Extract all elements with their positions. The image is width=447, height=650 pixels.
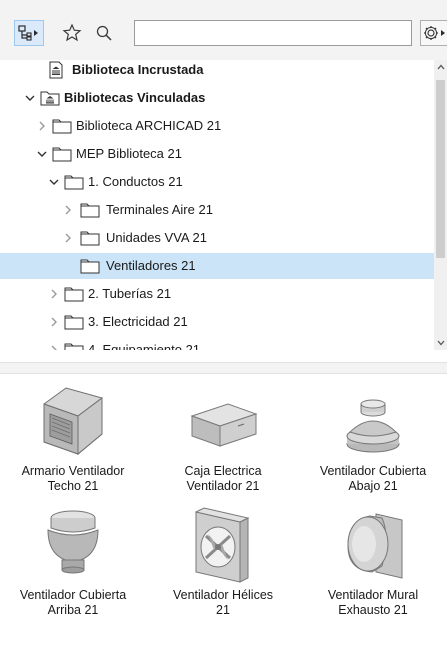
- hierarchy-icon: [18, 25, 38, 41]
- caption-line: Abajo 21: [348, 479, 398, 493]
- tree-item-conductos[interactable]: 1. Conductos 21: [0, 169, 434, 195]
- propeller-fan-thumbnail: [194, 507, 250, 583]
- wall-exhaust-fan-thumbnail: [347, 513, 403, 579]
- tree-item-ventiladores[interactable]: Ventiladores 21: [0, 253, 434, 279]
- tree-item-biblioteca-incrustada[interactable]: Biblioteca Incrustada: [0, 60, 434, 83]
- folder-icon: [64, 285, 84, 303]
- roof-fan-up-thumbnail: [47, 510, 99, 574]
- tree-item-mep-biblioteca[interactable]: MEP Biblioteca 21: [0, 141, 434, 167]
- tree-item-electricidad[interactable]: 3. Electricidad 21: [0, 309, 434, 335]
- tree-item-unidades-vva[interactable]: Unidades VVA 21: [0, 225, 434, 251]
- library-tree: Biblioteca Incrustada Bibliotecas Vincul…: [0, 60, 434, 350]
- library-object-ventilador-mural[interactable]: Ventilador Mural Exhausto 21: [300, 502, 446, 632]
- folder-icon: [80, 257, 100, 275]
- object-caption: Ventilador Hélices 21: [150, 588, 296, 618]
- tree-item-label: 4. Equipamiento 21: [88, 342, 201, 350]
- tree-item-biblioteca-archicad[interactable]: Biblioteca ARCHICAD 21: [0, 113, 434, 139]
- caption-line: Ventilador Hélices: [172, 588, 274, 602]
- search-input[interactable]: [135, 21, 411, 45]
- scroll-up-button[interactable]: [434, 60, 447, 74]
- object-caption: Ventilador Mural Exhausto 21: [300, 588, 446, 618]
- tree-item-label: Ventiladores 21: [106, 258, 196, 273]
- tree-item-label: 3. Electricidad 21: [88, 314, 188, 329]
- tree-item-label: Unidades VVA 21: [106, 230, 207, 245]
- caption-line: Arriba 21: [47, 603, 99, 617]
- object-caption: Ventilador Cubierta Abajo 21: [300, 464, 446, 494]
- settings-icon: [424, 26, 445, 40]
- tree-item-label: MEP Biblioteca 21: [76, 146, 182, 161]
- favorites-button[interactable]: [60, 20, 84, 46]
- library-object-caja-electrica[interactable]: Caja Electrica Ventilador 21: [150, 378, 296, 508]
- object-caption: Caja Electrica Ventilador 21: [150, 464, 296, 494]
- chevron-right-icon[interactable]: [48, 288, 60, 300]
- chevron-right-icon[interactable]: [62, 232, 74, 244]
- tree-item-label: 2. Tuberías 21: [88, 286, 172, 301]
- toolbar: [0, 0, 447, 60]
- caption-line: Ventilador 21: [186, 479, 260, 493]
- chevron-right-icon[interactable]: [48, 344, 60, 350]
- tree-item-label: Biblioteca ARCHICAD 21: [76, 118, 222, 133]
- library-icon: [46, 61, 66, 79]
- folder-icon: [52, 117, 72, 135]
- folder-icon: [64, 173, 84, 191]
- pane-splitter[interactable]: [0, 362, 447, 374]
- library-object-ventilador-helices[interactable]: Ventilador Hélices 21: [150, 502, 296, 632]
- tree-scrollbar[interactable]: [434, 60, 447, 350]
- star-icon: [62, 23, 82, 42]
- folder-icon: [80, 201, 100, 219]
- object-preview-grid: Armario Ventilador Techo 21 Caja Electri…: [0, 374, 447, 650]
- chevron-down-icon: [437, 340, 444, 346]
- library-object-armario-ventilador[interactable]: Armario Ventilador Techo 21: [0, 378, 146, 508]
- folder-icon: [64, 341, 84, 350]
- caption-line: Exhausto 21: [338, 603, 408, 617]
- caption-line: 21: [216, 603, 230, 617]
- library-object-ventilador-cubierta-arriba[interactable]: Ventilador Cubierta Arriba 21: [0, 502, 146, 632]
- tree-item-equipamiento[interactable]: 4. Equipamiento 21: [0, 337, 434, 350]
- search-field[interactable]: [134, 20, 412, 46]
- caption-line: Techo 21: [47, 479, 99, 493]
- tree-item-terminales-aire[interactable]: Terminales Aire 21: [0, 197, 434, 223]
- caption-line: Ventilador Mural: [327, 588, 419, 602]
- folder-icon: [80, 229, 100, 247]
- chevron-down-icon[interactable]: [48, 176, 60, 188]
- tree-item-label: Terminales Aire 21: [106, 202, 213, 217]
- chevron-right-icon[interactable]: [48, 316, 60, 328]
- tree-item-label: Bibliotecas Vinculadas: [64, 90, 206, 105]
- folder-icon: [52, 145, 72, 163]
- cabinet-fan-thumbnail: [43, 387, 103, 456]
- library-icon: [40, 89, 60, 107]
- scrollbar-thumb[interactable]: [436, 80, 445, 258]
- tree-item-tuberias[interactable]: 2. Tuberías 21: [0, 281, 434, 307]
- chevron-right-icon[interactable]: [36, 120, 48, 132]
- object-caption: Armario Ventilador Techo 21: [0, 464, 146, 494]
- folder-icon: [64, 313, 84, 331]
- search-icon: [96, 25, 112, 41]
- scroll-down-button[interactable]: [434, 336, 447, 350]
- chevron-down-icon[interactable]: [36, 148, 48, 160]
- caption-line: Ventilador Cubierta: [319, 464, 427, 478]
- search-button[interactable]: [92, 20, 116, 46]
- caption-line: Armario Ventilador: [21, 464, 125, 478]
- library-object-ventilador-cubierta-abajo[interactable]: Ventilador Cubierta Abajo 21: [300, 378, 446, 508]
- chevron-right-icon[interactable]: [62, 204, 74, 216]
- object-caption: Ventilador Cubierta Arriba 21: [0, 588, 146, 618]
- caption-line: Ventilador Cubierta: [19, 588, 127, 602]
- chevron-down-icon[interactable]: [24, 92, 36, 104]
- tree-item-bibliotecas-vinculadas[interactable]: Bibliotecas Vinculadas: [0, 85, 434, 111]
- roof-fan-down-thumbnail: [346, 399, 400, 453]
- electric-box-thumbnail: [190, 403, 258, 447]
- settings-button[interactable]: [420, 20, 447, 46]
- caption-line: Caja Electrica: [184, 464, 262, 478]
- tree-item-label: 1. Conductos 21: [88, 174, 183, 189]
- chevron-up-icon: [437, 64, 444, 70]
- hierarchy-view-button[interactable]: [14, 20, 44, 46]
- tree-item-label: Biblioteca Incrustada: [72, 62, 204, 77]
